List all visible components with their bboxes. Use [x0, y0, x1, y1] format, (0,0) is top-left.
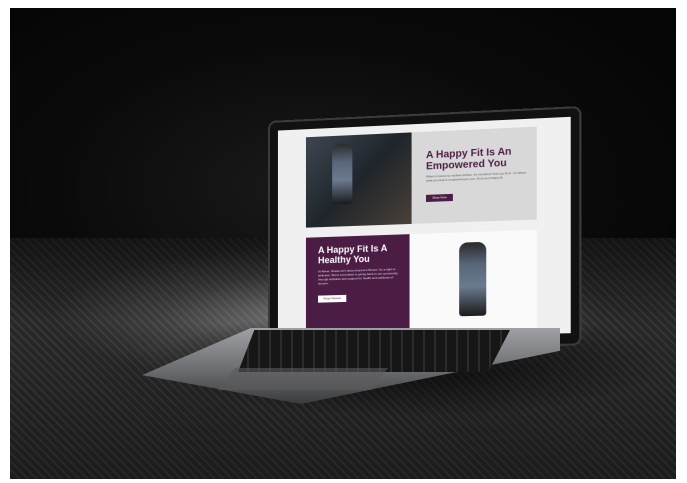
feature-body: At Abeer, fitness isn't about anyone's f… [318, 267, 398, 286]
trackpad [218, 368, 388, 390]
shop-fitness-button[interactable]: Shop Fitness [318, 294, 347, 303]
laptop-screen: A Happy Fit Is An Empowered You When it … [277, 116, 571, 340]
shop-now-button[interactable]: Shop Now [426, 193, 453, 203]
model-figure [332, 143, 353, 205]
feature-panel: A Happy Fit Is A Healthy You At Abeer, f… [305, 234, 410, 335]
feature-title: A Happy Fit Is A Healthy You [318, 243, 388, 266]
hero-body: When it comes to modest clothes, it's no… [426, 170, 527, 183]
feature-section-healthy: A Happy Fit Is A Healthy You At Abeer, f… [305, 229, 537, 335]
fitness-model-figure [459, 241, 487, 317]
photo-scene: A Happy Fit Is An Empowered You When it … [10, 8, 676, 479]
keyboard [238, 330, 510, 372]
hero-title: A Happy Fit Is An Empowered You [426, 146, 512, 173]
laptop-lid: A Happy Fit Is An Empowered You When it … [268, 105, 582, 352]
hero-section-empowered: A Happy Fit Is An Empowered You When it … [305, 126, 537, 228]
hero-image-gym [305, 132, 412, 228]
